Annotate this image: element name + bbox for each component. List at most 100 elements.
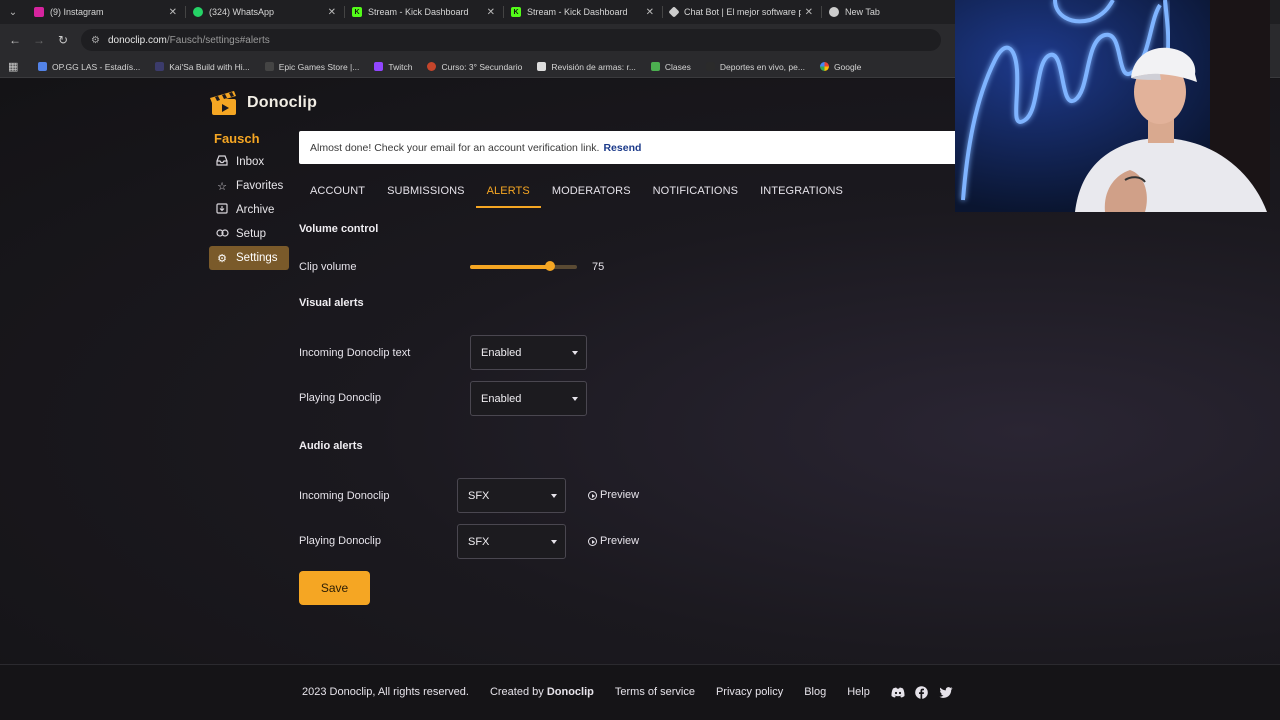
bookmark-item[interactable]: Deportes en vivo, pe...: [705, 61, 805, 72]
chatbot-icon: [668, 6, 680, 18]
forward-icon[interactable]: →: [27, 33, 51, 47]
chrome-icon: [829, 7, 839, 17]
bookmark-item[interactable]: OP.GG LAS - Estadís...: [38, 62, 140, 72]
resend-link[interactable]: Resend: [603, 142, 641, 154]
close-icon[interactable]: ✕: [805, 7, 813, 18]
select-value: Enabled: [481, 392, 522, 405]
sidebar-item-label: Setup: [236, 228, 267, 240]
incoming-audio-select[interactable]: SFX: [457, 478, 566, 513]
chevron-down-icon: [572, 351, 578, 355]
browser-tab[interactable]: K Stream - Kick Dashboard ✕: [344, 0, 503, 24]
instagram-icon: [34, 7, 44, 17]
bookmark-label: Deportes en vivo, pe...: [719, 61, 805, 72]
incoming-text-label: Incoming Donoclip text: [299, 347, 411, 359]
playing-audio-select[interactable]: SFX: [457, 524, 566, 559]
created-by-brand[interactable]: Donoclip: [547, 686, 594, 698]
bookmark-item[interactable]: Google: [819, 61, 862, 72]
footer: 2023 Donoclip, All rights reserved. Crea…: [0, 664, 1280, 720]
kick-icon: K: [511, 7, 521, 17]
webcam-overlay: [955, 0, 1270, 212]
footer-terms-link[interactable]: Terms of service: [615, 686, 695, 698]
sidebar-item-setup[interactable]: Setup: [209, 222, 289, 246]
bookmark-favicon-icon: [427, 62, 437, 71]
browser-tab[interactable]: (324) WhatsApp ✕: [185, 0, 344, 24]
bookmark-item[interactable]: Revisión de armas: r...: [537, 62, 636, 72]
facebook-icon[interactable]: [915, 685, 929, 699]
tab-title: Stream - Kick Dashboard: [527, 7, 628, 17]
close-icon[interactable]: ✕: [169, 7, 177, 18]
bookmark-label: Google: [833, 61, 862, 72]
save-button[interactable]: Save: [299, 571, 370, 605]
tab-account[interactable]: ACCOUNT: [299, 179, 376, 208]
chevron-down-icon: [572, 397, 578, 401]
footer-privacy-link[interactable]: Privacy policy: [716, 686, 783, 698]
incoming-text-select[interactable]: Enabled: [470, 335, 587, 370]
whatsapp-icon: [193, 7, 203, 17]
url-input[interactable]: ⚙ donoclip.com/Fausch/settings#alerts: [81, 29, 941, 51]
tab-moderators[interactable]: MODERATORS: [541, 179, 642, 208]
twitter-icon[interactable]: [939, 685, 953, 699]
sidebar: Inbox ☆ Favorites Archive Setup ⚙ Settin…: [209, 150, 289, 270]
sidebar-item-inbox[interactable]: Inbox: [209, 150, 289, 174]
tab-title: Chat Bot | El mejor software pa: [684, 7, 801, 17]
banner-message: Almost done! Check your email for an acc…: [310, 141, 600, 154]
browser-tab[interactable]: (9) Instagram ✕: [26, 0, 185, 24]
playing-visual-label: Playing Donoclip: [299, 392, 381, 404]
sidebar-item-archive[interactable]: Archive: [209, 198, 289, 222]
verification-banner: Almost done! Check your email for an acc…: [299, 131, 979, 164]
sidebar-item-favorites[interactable]: ☆ Favorites: [209, 174, 289, 198]
bookmark-favicon-icon: [537, 62, 547, 71]
footer-help-link[interactable]: Help: [847, 686, 870, 698]
chevron-down-icon: [551, 494, 557, 498]
tab-submissions[interactable]: SUBMISSIONS: [376, 179, 476, 208]
incoming-preview-button[interactable]: Preview: [588, 489, 639, 501]
social-links: [891, 685, 963, 699]
back-icon[interactable]: ←: [3, 33, 27, 47]
bookmark-item[interactable]: Clases: [650, 61, 691, 72]
close-icon[interactable]: ✕: [646, 7, 654, 18]
browser-tab[interactable]: Chat Bot | El mejor software pa ✕: [662, 0, 821, 24]
bookmark-favicon-icon: [705, 62, 715, 71]
browser-tab[interactable]: K Stream - Kick Dashboard ✕: [503, 0, 662, 24]
donoclip-logo[interactable]: Donoclip: [209, 89, 317, 117]
tab-integrations[interactable]: INTEGRATIONS: [749, 179, 854, 208]
reload-icon[interactable]: ↻: [51, 33, 75, 47]
bookmark-item[interactable]: Epic Games Store |...: [264, 62, 359, 72]
close-icon[interactable]: ✕: [487, 7, 495, 18]
tab-search-icon[interactable]: ⌄: [0, 0, 26, 24]
select-value: Enabled: [481, 346, 522, 359]
kick-icon: K: [352, 7, 362, 17]
bookmark-favicon-icon: [374, 62, 384, 71]
bookmark-item[interactable]: Twitch: [374, 62, 412, 72]
star-icon: ☆: [217, 180, 227, 193]
play-icon: [588, 490, 597, 500]
settings-tabs: ACCOUNT SUBMISSIONS ALERTS MODERATORS NO…: [299, 179, 854, 208]
playing-audio-label: Playing Donoclip: [299, 535, 381, 547]
clip-volume-slider[interactable]: [470, 261, 577, 271]
close-icon[interactable]: ✕: [328, 7, 336, 18]
tab-notifications[interactable]: NOTIFICATIONS: [642, 179, 749, 208]
inbox-icon: [215, 155, 229, 169]
bookmark-label: Clases: [664, 61, 691, 72]
playing-visual-select[interactable]: Enabled: [470, 381, 587, 416]
footer-blog-link[interactable]: Blog: [804, 686, 826, 698]
bookmark-item[interactable]: Curso: 3° Secundario: [427, 62, 522, 72]
sidebar-item-label: Inbox: [236, 156, 265, 168]
url-host: donoclip.com: [107, 34, 167, 46]
sidebar-item-label: Archive: [236, 204, 275, 216]
sidebar-item-settings[interactable]: ⚙ Settings: [209, 246, 289, 270]
bookmark-item[interactable]: Kai'Sa Build with Hi...: [155, 62, 250, 72]
gear-icon: ⚙: [217, 252, 227, 265]
incoming-audio-label: Incoming Donoclip: [299, 490, 390, 502]
footer-created-by: Created by Donoclip: [490, 686, 594, 698]
playing-preview-button[interactable]: Preview: [588, 535, 639, 547]
bookmark-label: Curso: 3° Secundario: [441, 61, 523, 72]
tab-alerts[interactable]: ALERTS: [475, 179, 542, 208]
tab-title: (9) Instagram: [50, 7, 104, 17]
google-icon: [819, 62, 829, 71]
discord-icon[interactable]: [891, 685, 905, 699]
site-info-icon[interactable]: ⚙: [91, 35, 100, 46]
slider-thumb[interactable]: [545, 261, 556, 271]
apps-grid-icon[interactable]: ▦: [8, 60, 28, 73]
clapperboard-icon: [209, 89, 239, 117]
